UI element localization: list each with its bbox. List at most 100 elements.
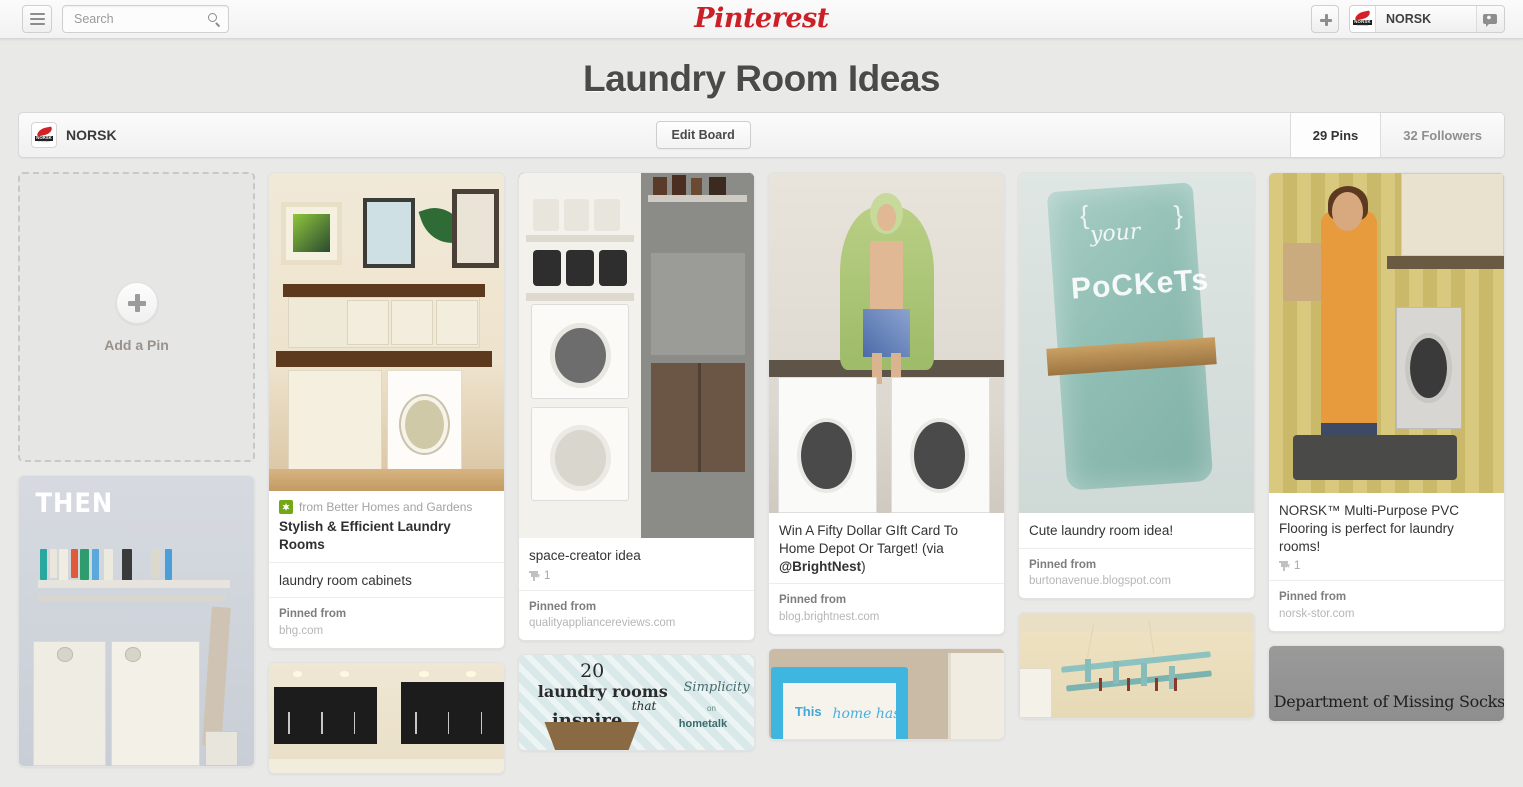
search-icon[interactable] [207,12,222,27]
nav-left-group [22,5,229,33]
pinned-from-label: Pinned from [279,608,347,621]
pinned-from-label: Pinned from [529,600,597,613]
pin-note-section: Cute laundry room idea! [1019,513,1254,548]
pinterest-logo[interactable]: Pinterest [694,3,829,34]
pin-note: laundry room cabinets [279,572,412,588]
pin-attribution[interactable]: Pinned from norsk-stor.com [1269,581,1504,630]
photo-black-cabinets [269,662,504,773]
add-a-pin-label: Add a Pin [104,336,169,353]
pin-attribution[interactable]: Pinned from qualityappliancereviews.com [519,591,754,640]
grid-column: Win A Fifty Dollar GIft Card To Home Dep… [768,172,1005,753]
board-actions: Edit Board [117,113,1290,157]
socks-sign-text: Department of Missing Socks [1273,692,1504,712]
pockets-your-text: your [1088,218,1141,248]
pinned-from-label: Pinned from [779,594,847,607]
pinned-from-domain[interactable]: blog.brightnest.com [779,609,994,625]
pin-title: Stylish & Efficient Laundry Rooms [279,519,451,552]
pockets-brace-close: } [1173,199,1184,231]
pushpin-icon: ★ [529,570,541,582]
pin-image[interactable]: 20 laundry rooms that inspire Simplicity… [519,655,754,750]
pin-image[interactable]: This home has [769,648,1004,739]
board-owner-avatar-icon: NORSK FLOORING [31,122,57,148]
pin-image[interactable] [769,173,1004,513]
bhg-flower-icon [279,500,293,514]
frame-text-1: This [794,704,822,720]
pin-card[interactable]: This home has [768,647,1005,740]
photo-hanging-ladder-rack [1019,613,1254,718]
search-box[interactable] [62,5,229,33]
photo-blue-frame-sign: This home has [769,648,1004,739]
photo-norsk-flooring-laundry [1269,173,1504,493]
pin-note-section: laundry room cabinets [269,563,504,598]
pinned-from-domain[interactable]: burtonavenue.blogspot.com [1029,573,1244,589]
pin-image[interactable]: { } your PoCKeTs [1019,173,1254,513]
photo-then-laundry-room: THEN [19,476,254,766]
banner-number: 20 [580,659,605,682]
pin-image[interactable] [519,173,754,538]
photo-20-laundry-rooms-banner: 20 laundry rooms that inspire Simplicity… [519,655,754,750]
page-title: Laundry Room Ideas [583,58,940,99]
top-navigation-bar: Pinterest NORSKFLOORING NORSK ⁕ [0,0,1523,39]
search-input[interactable] [72,11,207,27]
board-owner[interactable]: NORSK FLOORING NORSK [19,113,117,157]
pin-repin-count-group[interactable]: ★ 1 [1279,560,1494,572]
pin-card[interactable]: Department of Missing Socks [1268,644,1505,722]
pin-image[interactable] [269,662,504,773]
pin-image[interactable] [269,173,504,491]
pin-image[interactable] [1269,173,1504,493]
pinned-from-domain[interactable]: bhg.com [279,623,494,639]
pin-image[interactable]: Department of Missing Socks [1269,645,1504,721]
pockets-brace-open: { [1079,199,1090,231]
norsk-logo-icon: NORSK FLOORING [1350,6,1376,32]
banner-that: that [631,698,657,713]
pin-card[interactable] [1018,612,1255,719]
pin-card[interactable] [268,661,505,774]
hamburger-menu-icon[interactable] [22,5,52,33]
pin-attribution[interactable]: Pinned from burtonavenue.blogspot.com [1019,549,1254,598]
pin-note-mention[interactable]: @BrightNest [779,559,861,574]
pin-card[interactable]: THEN [18,475,255,767]
tab-followers[interactable]: 32 Followers [1380,113,1504,157]
pin-source-line[interactable]: from Better Homes and Gardens [279,500,494,514]
pin-note: Win A Fifty Dollar GIft Card To Home Dep… [779,522,994,575]
photo-space-creator-laundry [519,173,754,538]
repin-count: 1 [1294,560,1301,573]
pin-grid: Add a Pin THEN from Better Homes and Gar… [18,172,1505,774]
pinned-from-label: Pinned from [1029,558,1097,571]
pin-source-text: from Better Homes and Gardens [299,500,473,514]
banner-on: on [707,704,716,714]
frame-text-2: home has [832,706,901,723]
tab-pins[interactable]: 29 Pins [1289,113,1381,157]
pin-image[interactable] [1019,613,1254,718]
pin-card[interactable]: 20 laundry rooms that inspire Simplicity… [518,654,755,751]
photo-kid-cape-laundry [769,173,1004,513]
board-stats: 29 Pins 32 Followers [1289,113,1504,157]
board-header-bar: NORSK FLOORING NORSK Edit Board 29 Pins 3… [18,112,1505,158]
pinned-from-domain[interactable]: norsk-stor.com [1279,606,1494,622]
pin-attribution[interactable]: Pinned from blog.brightnest.com [769,584,1004,633]
pin-image[interactable]: THEN [19,476,254,766]
pin-card-body: from Better Homes and Gardens Stylish & … [269,491,504,562]
add-a-pin-tile[interactable]: Add a Pin [18,172,255,462]
pin-attribution[interactable]: Pinned from bhg.com [269,598,504,647]
pin-card[interactable]: Win A Fifty Dollar GIft Card To Home Dep… [768,172,1005,635]
pin-repin-count-group[interactable]: ★ 1 [529,570,744,582]
grid-column: Add a Pin THEN [18,172,255,780]
grid-column: { } your PoCKeTs Cute laundry room idea!… [1018,172,1255,732]
pinned-from-domain[interactable]: qualityappliancereviews.com [529,615,744,631]
pin-card[interactable]: { } your PoCKeTs Cute laundry room idea!… [1018,172,1255,599]
edit-board-button[interactable]: Edit Board [655,121,751,149]
user-account-menu[interactable]: NORSK FLOORING NORSK ⁕ [1349,5,1505,33]
photo-laundry-cabinets [269,173,504,491]
photo-missing-socks-sign: Department of Missing Socks [1269,645,1504,721]
pin-note: NORSK™ Multi-Purpose PVC Flooring is per… [1279,503,1460,554]
pin-card[interactable]: from Better Homes and Gardens Stylish & … [268,172,505,649]
pin-note-section: Win A Fifty Dollar GIft Card To Home Dep… [769,513,1004,583]
pushpin-icon: ★ [1279,560,1291,572]
pin-card[interactable]: space-creator idea ★ 1 Pinned from quali… [518,172,755,641]
add-plus-button[interactable] [1311,5,1339,33]
pin-card[interactable]: NORSK™ Multi-Purpose PVC Flooring is per… [1268,172,1505,632]
photo-check-your-pockets-jar: { } your PoCKeTs [1019,173,1254,513]
pinned-from-label: Pinned from [1279,591,1347,604]
messages-button[interactable]: ⁕ [1476,6,1504,32]
